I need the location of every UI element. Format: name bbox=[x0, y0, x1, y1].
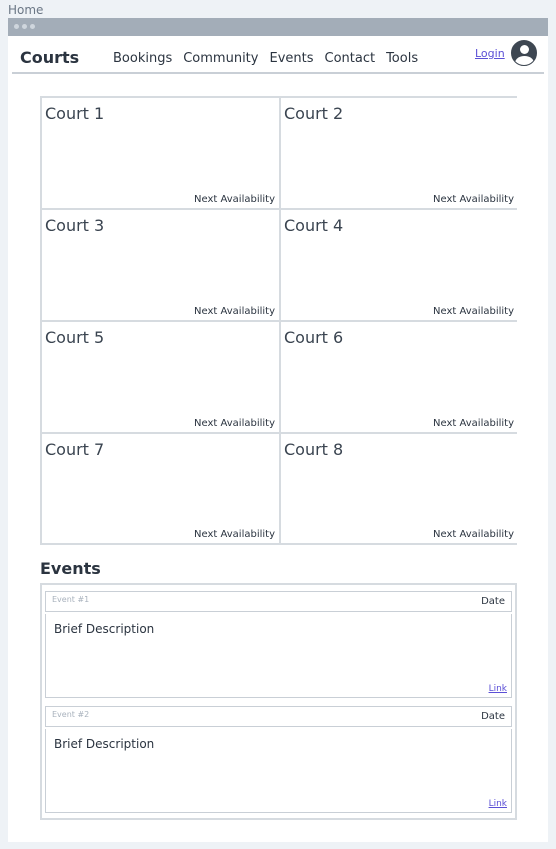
court-card-1[interactable]: Court 1 Next Availability bbox=[42, 98, 279, 208]
court-title: Court 2 bbox=[284, 104, 344, 123]
event-date: Date bbox=[481, 596, 505, 607]
court-card-6[interactable]: Court 6 Next Availability bbox=[281, 322, 518, 432]
event-link[interactable]: Link bbox=[489, 799, 507, 809]
next-availability-link[interactable]: Next Availability bbox=[194, 194, 275, 205]
nav-menu: Bookings Community Events Contact Tools bbox=[113, 51, 418, 66]
nav-item-bookings[interactable]: Bookings bbox=[113, 51, 172, 66]
court-card-3[interactable]: Court 3 Next Availability bbox=[42, 210, 279, 320]
browser-window: Courts Bookings Community Events Contact… bbox=[8, 18, 548, 842]
next-availability-link[interactable]: Next Availability bbox=[194, 529, 275, 540]
nav-item-community[interactable]: Community bbox=[183, 51, 258, 66]
next-availability-link[interactable]: Next Availability bbox=[433, 306, 514, 317]
window-dot bbox=[30, 24, 35, 29]
next-availability-link[interactable]: Next Availability bbox=[194, 418, 275, 429]
next-availability-link[interactable]: Next Availability bbox=[433, 529, 514, 540]
user-avatar-icon[interactable] bbox=[511, 40, 537, 66]
nav-item-tools[interactable]: Tools bbox=[386, 51, 418, 66]
window-dot bbox=[22, 24, 27, 29]
event-description: Brief Description bbox=[54, 622, 155, 636]
court-title: Court 6 bbox=[284, 328, 344, 347]
court-title: Court 1 bbox=[45, 104, 105, 123]
event-body: Brief Description Link bbox=[45, 729, 512, 813]
courts-grid: Court 1 Next Availability Court 2 Next A… bbox=[40, 96, 518, 545]
event-description: Brief Description bbox=[54, 737, 155, 751]
court-title: Court 8 bbox=[284, 440, 344, 459]
event-link[interactable]: Link bbox=[489, 684, 507, 694]
event-body: Brief Description Link bbox=[45, 614, 512, 698]
window-dots-icon bbox=[14, 24, 35, 29]
events-list: Event #1 Date Brief Description Link Eve… bbox=[40, 583, 517, 820]
court-card-7[interactable]: Court 7 Next Availability bbox=[42, 434, 279, 543]
court-title: Court 4 bbox=[284, 216, 344, 235]
next-availability-link[interactable]: Next Availability bbox=[433, 418, 514, 429]
court-title: Court 5 bbox=[45, 328, 105, 347]
next-availability-link[interactable]: Next Availability bbox=[194, 306, 275, 317]
page-label: Home bbox=[8, 3, 44, 17]
event-header: Event #1 Date bbox=[45, 591, 512, 612]
event-number: Event #2 bbox=[52, 710, 90, 719]
court-card-4[interactable]: Court 4 Next Availability bbox=[281, 210, 518, 320]
window-titlebar bbox=[8, 18, 548, 36]
nav-item-contact[interactable]: Contact bbox=[325, 51, 376, 66]
brand-logo[interactable]: Courts bbox=[20, 48, 79, 67]
avatar-head bbox=[520, 45, 529, 54]
login-link[interactable]: Login bbox=[475, 47, 505, 60]
event-card-1: Event #1 Date Brief Description Link bbox=[45, 591, 512, 698]
event-card-2: Event #2 Date Brief Description Link bbox=[45, 706, 512, 813]
court-card-8[interactable]: Court 8 Next Availability bbox=[281, 434, 518, 543]
event-header: Event #2 Date bbox=[45, 706, 512, 727]
event-number: Event #1 bbox=[52, 595, 90, 604]
event-date: Date bbox=[481, 711, 505, 722]
events-heading: Events bbox=[40, 559, 101, 578]
court-title: Court 7 bbox=[45, 440, 105, 459]
court-card-5[interactable]: Court 5 Next Availability bbox=[42, 322, 279, 432]
court-card-2[interactable]: Court 2 Next Availability bbox=[281, 98, 518, 208]
next-availability-link[interactable]: Next Availability bbox=[433, 194, 514, 205]
navbar: Courts Bookings Community Events Contact… bbox=[12, 36, 544, 74]
nav-item-events[interactable]: Events bbox=[269, 51, 313, 66]
window-dot bbox=[14, 24, 19, 29]
court-title: Court 3 bbox=[45, 216, 105, 235]
avatar-body bbox=[515, 56, 534, 65]
